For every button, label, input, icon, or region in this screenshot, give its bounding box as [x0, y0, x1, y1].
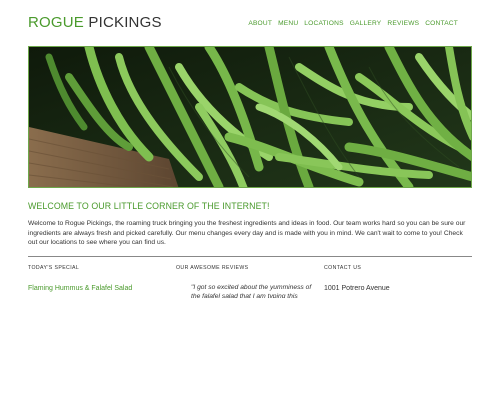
contact-heading: CONTACT US — [324, 265, 362, 271]
nav-reviews[interactable]: REVIEWS — [387, 20, 419, 27]
page-bottom-whitespace — [0, 298, 500, 400]
contact-column: CONTACT US 1001 Potrero Avenue — [324, 265, 464, 292]
todays-special-heading: TODAY'S SPECIAL — [28, 265, 80, 271]
nav-about[interactable]: ABOUT — [248, 20, 272, 27]
page-wrapper: ROGUE PICKINGS ABOUT MENU LOCATIONS GALL… — [28, 0, 472, 300]
green-beans-illustration — [29, 47, 471, 187]
site-header: ROGUE PICKINGS ABOUT MENU LOCATIONS GALL… — [28, 0, 472, 46]
welcome-heading: WELCOME TO OUR LITTLE CORNER OF THE INTE… — [28, 201, 270, 211]
contact-address: 1001 Potrero Avenue — [324, 285, 390, 292]
nav-locations[interactable]: LOCATIONS — [304, 20, 343, 27]
nav-contact[interactable]: CONTACT — [425, 20, 458, 27]
logo-word-pickings: PICKINGS — [84, 14, 162, 31]
main-nav: ABOUT MENU LOCATIONS GALLERY REVIEWS CON… — [248, 20, 458, 27]
nav-gallery[interactable]: GALLERY — [350, 20, 382, 27]
logo-word-rogue: ROGUE — [28, 14, 85, 31]
todays-special-link[interactable]: Flaming Hummus & Falafel Salad — [28, 285, 168, 292]
section-divider — [28, 256, 472, 257]
nav-menu[interactable]: MENU — [278, 20, 298, 27]
reviews-heading: OUR AWESOME REVIEWS — [176, 265, 249, 271]
site-logo[interactable]: ROGUE PICKINGS — [28, 14, 162, 31]
welcome-text: Welcome to Rogue Pickings, the roaming t… — [28, 220, 466, 247]
todays-special-column: TODAY'S SPECIAL Flaming Hummus & Falafel… — [28, 265, 168, 292]
hero-image-green-beans — [28, 46, 472, 188]
reviews-column: OUR AWESOME REVIEWS "I got so excited ab… — [176, 265, 316, 301]
